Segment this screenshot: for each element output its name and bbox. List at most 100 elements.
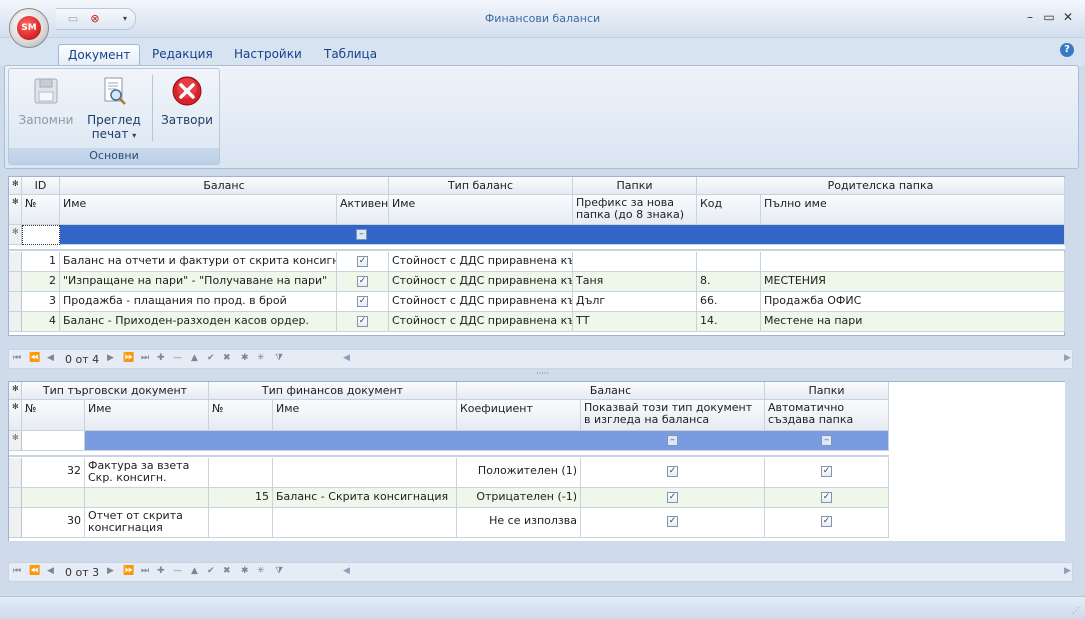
cell-name[interactable]: "Изпращане на пари" - "Получаване на пар… xyxy=(60,272,337,292)
close-window-button[interactable]: ✕ xyxy=(1061,10,1075,24)
hscroll-left-icon[interactable]: ◀ xyxy=(343,353,350,363)
cell-show-in-balance[interactable]: ✓ xyxy=(581,458,765,488)
tab-settings[interactable]: Настройки xyxy=(225,44,311,66)
nav-refresh-icon[interactable]: ✱ xyxy=(241,566,249,576)
cell-coefficient[interactable]: Отрицателен (-1) xyxy=(457,488,581,508)
cell-show-in-balance[interactable]: ✓ xyxy=(581,488,765,508)
cell-code[interactable]: 8. xyxy=(697,272,761,292)
print-preview-button[interactable]: Преглед печат ▾ xyxy=(83,75,145,141)
cell-active[interactable]: ✓ xyxy=(337,252,389,272)
nav-prev-icon[interactable]: ◀ xyxy=(47,566,54,576)
cell-name[interactable]: Продажба - плащания по прод. в брой xyxy=(60,292,337,312)
auto-folder-checkbox[interactable]: ✓ xyxy=(821,516,832,527)
close-button[interactable]: Затвори xyxy=(159,75,215,127)
cell-active[interactable]: ✓ xyxy=(337,272,389,292)
col-auto-folder[interactable]: Автоматично създава папка xyxy=(765,400,889,431)
active-checkbox[interactable]: ✓ xyxy=(357,276,368,287)
nav-post-icon[interactable]: ✔ xyxy=(207,566,215,576)
nav-edit-icon[interactable]: ▲ xyxy=(191,353,198,363)
hscroll-right-icon[interactable]: ▶ xyxy=(1064,353,1071,363)
cell-auto-folder[interactable]: ✓ xyxy=(765,458,889,488)
col-fin-no[interactable]: № xyxy=(209,400,273,431)
cell-active[interactable]: ✓ xyxy=(337,292,389,312)
nav-filter-icon[interactable]: ⧩ xyxy=(275,353,283,363)
nav-next-icon[interactable]: ▶ xyxy=(107,566,114,576)
resize-grip-icon[interactable]: ⋰ xyxy=(1072,606,1082,616)
col-code[interactable]: Код xyxy=(697,195,761,225)
nav-next-page-icon[interactable]: ⏩ xyxy=(123,353,134,363)
active-checkbox[interactable]: ✓ xyxy=(357,256,368,267)
tab-table[interactable]: Таблица xyxy=(315,44,386,66)
col-trade-name[interactable]: Име xyxy=(85,400,209,431)
nav-edit-icon[interactable]: ▲ xyxy=(191,566,198,576)
col-prefix[interactable]: Префикс за нова папка (до 8 знака) xyxy=(573,195,697,225)
cell-name[interactable]: Баланс - Приходен-разходен касов ордер. xyxy=(60,312,337,332)
show-in-balance-checkbox[interactable]: ✓ xyxy=(667,492,678,503)
cell-full-name[interactable]: Продажба ОФИС xyxy=(761,292,1065,312)
tab-document[interactable]: Документ xyxy=(58,44,141,66)
col-show-in-balance[interactable]: Показвай този тип документ в изгледа на … xyxy=(581,400,765,431)
cell-name[interactable]: Баланс на отчети и фактури от скрита кон… xyxy=(60,252,337,272)
nav-delete-icon[interactable]: — xyxy=(173,353,182,363)
cell-auto-folder[interactable]: ✓ xyxy=(765,488,889,508)
cell-active[interactable]: ✓ xyxy=(337,312,389,332)
nav-bookmark-icon[interactable]: ✳ xyxy=(257,566,265,576)
cell-type-name[interactable]: Стойност с ДДС приравнена към... xyxy=(389,312,573,332)
col-no[interactable]: № xyxy=(22,195,60,225)
col-full-name[interactable]: Пълно име xyxy=(761,195,1065,225)
application-menu-button[interactable]: SM xyxy=(9,8,49,48)
cell-trade-name[interactable] xyxy=(85,488,209,508)
cell-show-in-balance[interactable]: ✓ xyxy=(581,508,765,538)
new-row-active-checkbox[interactable]: – xyxy=(356,229,367,240)
nav-next-icon[interactable]: ▶ xyxy=(107,353,114,363)
tab-edit[interactable]: Редакция xyxy=(143,44,222,66)
cell-full-name[interactable] xyxy=(761,252,1065,272)
cell-prefix[interactable]: ТТ xyxy=(573,312,697,332)
cell-auto-folder[interactable]: ✓ xyxy=(765,508,889,538)
cell-code[interactable] xyxy=(697,252,761,272)
cell-prefix[interactable] xyxy=(573,252,697,272)
nav-prev-icon[interactable]: ◀ xyxy=(47,353,54,363)
cell-fin-name[interactable]: Баланс - Скрита консигнация xyxy=(273,488,457,508)
nav-next-page-icon[interactable]: ⏩ xyxy=(123,566,134,576)
nav-filter-icon[interactable]: ⧩ xyxy=(275,566,283,576)
nav-delete-icon[interactable]: — xyxy=(173,566,182,576)
cell-prefix[interactable]: Таня xyxy=(573,272,697,292)
hscroll-right-icon[interactable]: ▶ xyxy=(1064,566,1071,576)
hscroll-left-icon[interactable]: ◀ xyxy=(343,566,350,576)
show-in-balance-checkbox[interactable]: ✓ xyxy=(667,466,678,477)
col-fin-name[interactable]: Име xyxy=(273,400,457,431)
new-row-no-cell[interactable] xyxy=(22,431,85,451)
active-checkbox[interactable]: ✓ xyxy=(357,316,368,327)
nav-cancel-icon[interactable]: ✖ xyxy=(223,353,231,363)
new-row[interactable]: – – xyxy=(85,431,889,451)
cell-code[interactable]: 14. xyxy=(697,312,761,332)
nav-prev-page-icon[interactable]: ⏪ xyxy=(29,353,40,363)
active-checkbox[interactable]: ✓ xyxy=(357,296,368,307)
col-name[interactable]: Име xyxy=(60,195,337,225)
cell-coefficient[interactable]: Положителен (1) xyxy=(457,458,581,488)
nav-add-icon[interactable]: ✚ xyxy=(157,566,165,576)
nav-bookmark-icon[interactable]: ✳ xyxy=(257,353,265,363)
nav-post-icon[interactable]: ✔ xyxy=(207,353,215,363)
cell-full-name[interactable]: МЕСТЕНИЯ xyxy=(761,272,1065,292)
show-in-balance-checkbox[interactable]: ✓ xyxy=(667,516,678,527)
col-type-name[interactable]: Име xyxy=(389,195,573,225)
cell-prefix[interactable]: Дълг xyxy=(573,292,697,312)
nav-add-icon[interactable]: ✚ xyxy=(157,353,165,363)
cell-trade-name[interactable]: Отчет от скрита консигнация xyxy=(85,508,209,538)
cell-fin-name[interactable] xyxy=(273,508,457,538)
col-active[interactable]: Активен xyxy=(337,195,389,225)
new-row-no-cell[interactable] xyxy=(22,225,60,245)
cell-type-name[interactable]: Стойност с ДДС приравнена към... xyxy=(389,292,573,312)
minimize-button[interactable]: – xyxy=(1023,10,1037,24)
save-button[interactable]: Запомни xyxy=(17,75,75,127)
cell-type-name[interactable]: Стойност с ДДС приравнена към... xyxy=(389,252,573,272)
auto-folder-checkbox[interactable]: ✓ xyxy=(821,492,832,503)
maximize-button[interactable]: ▭ xyxy=(1042,10,1056,24)
nav-cancel-icon[interactable]: ✖ xyxy=(223,566,231,576)
cell-trade-name[interactable]: Фактура за взета Скр. консигн. xyxy=(85,458,209,488)
nav-prev-page-icon[interactable]: ⏪ xyxy=(29,566,40,576)
cell-fin-name[interactable] xyxy=(273,458,457,488)
col-coefficient[interactable]: Коефициент xyxy=(457,400,581,431)
